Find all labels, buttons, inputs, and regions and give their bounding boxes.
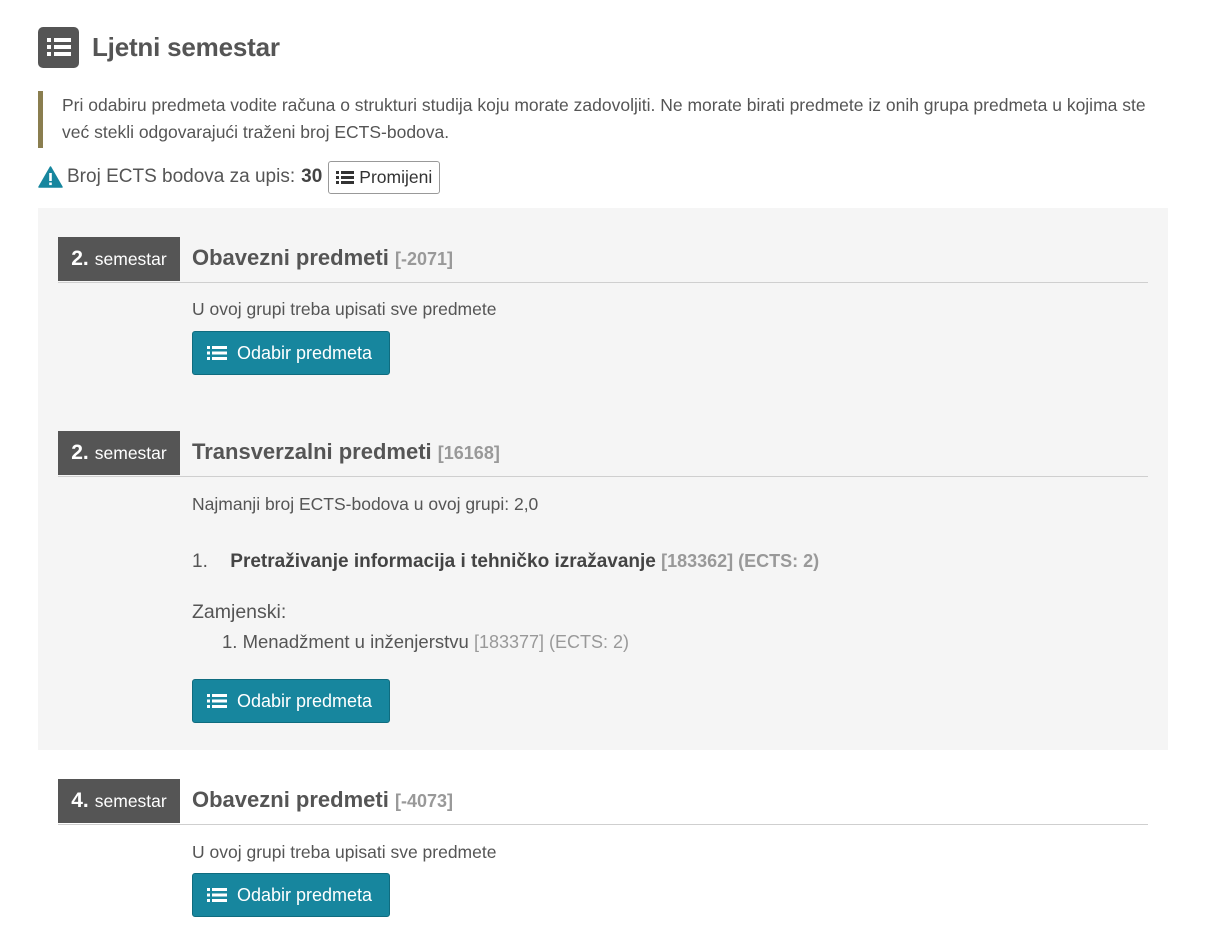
list-icon bbox=[207, 694, 227, 708]
ects-row: Broj ECTS bodova za upis: 30 Promijeni bbox=[38, 160, 441, 194]
group-note: U ovoj grupi treba upisati sve predmete bbox=[192, 299, 497, 319]
semester-word: semestar bbox=[94, 442, 167, 463]
course-meta: [183362] (ECTS: 2) bbox=[661, 551, 820, 571]
semester-badge: 2. semestar bbox=[58, 431, 180, 475]
group-code: [16168] bbox=[437, 443, 500, 463]
list-icon bbox=[38, 26, 79, 68]
ects-label: Broj ECTS bodova za upis: bbox=[67, 166, 296, 187]
list-icon bbox=[336, 170, 355, 184]
page-title: Ljetni semestar bbox=[92, 31, 280, 62]
group-code: [-4073] bbox=[394, 791, 453, 811]
group-title: Obavezni predmeti [-4073] bbox=[192, 787, 453, 813]
select-courses-label: Odabir predmeta bbox=[237, 884, 373, 905]
replacement-item: 1. Menadžment u inženjerstvu [183377] (E… bbox=[222, 631, 629, 653]
semester-number: 2. bbox=[71, 441, 89, 464]
semester-badge: 2. semestar bbox=[58, 237, 180, 281]
page-header: Ljetni semestar bbox=[38, 26, 280, 68]
select-courses-label: Odabir predmeta bbox=[237, 342, 373, 363]
group-note: Najmanji broj ECTS-bodova u ovoj grupi: … bbox=[192, 494, 539, 514]
group-title-text: Obavezni predmeti bbox=[192, 787, 389, 812]
course-item: 1. Pretraživanje informacija i tehničko … bbox=[192, 551, 819, 573]
select-courses-label: Odabir predmeta bbox=[237, 690, 373, 711]
info-notice: Pri odabiru predmeta vodite računa o str… bbox=[38, 91, 1168, 148]
semester-number: 2. bbox=[71, 247, 89, 270]
semester-word: semestar bbox=[94, 248, 167, 269]
group-header: 2. semestar Transverzalni predmeti [1616… bbox=[58, 431, 1148, 477]
group-title-text: Obavezni predmeti bbox=[192, 245, 389, 270]
warning-icon bbox=[38, 166, 63, 188]
change-ects-label: Promijeni bbox=[359, 166, 433, 187]
select-courses-button[interactable]: Odabir predmeta bbox=[192, 679, 390, 723]
list-icon bbox=[207, 346, 227, 360]
replacement-meta: [183377] (ECTS: 2) bbox=[473, 632, 630, 652]
replacement-label: Zamjenski: bbox=[192, 601, 287, 623]
group-header: 2. semestar Obavezni predmeti [-2071] bbox=[58, 237, 1148, 283]
group-title: Transverzalni predmeti [16168] bbox=[192, 439, 500, 465]
ects-value: 30 bbox=[301, 166, 323, 187]
select-courses-button[interactable]: Odabir predmeta bbox=[192, 873, 390, 917]
group-note: U ovoj grupi treba upisati sve predmete bbox=[192, 842, 497, 862]
group-header: 4. semestar Obavezni predmeti [-4073] bbox=[58, 779, 1148, 825]
semester-badge: 4. semestar bbox=[58, 779, 180, 823]
group-panel: 2. semestar Obavezni predmeti [-2071] U … bbox=[38, 208, 1168, 750]
group-code: [-2071] bbox=[394, 249, 453, 269]
group-title-text: Transverzalni predmeti bbox=[192, 439, 432, 464]
select-courses-button[interactable]: Odabir predmeta bbox=[192, 331, 390, 375]
course-name: Pretraživanje informacija i tehničko izr… bbox=[230, 551, 656, 572]
semester-word: semestar bbox=[94, 790, 167, 811]
change-ects-button[interactable]: Promijeni bbox=[328, 160, 441, 194]
group-panel: 4. semestar Obavezni predmeti [-4073] U … bbox=[38, 750, 1168, 940]
semester-number: 4. bbox=[71, 789, 89, 812]
group-title: Obavezni predmeti [-2071] bbox=[192, 245, 453, 271]
course-number: 1. bbox=[192, 551, 208, 572]
list-icon bbox=[207, 888, 227, 902]
replacement-name: 1. Menadžment u inženjerstvu bbox=[222, 631, 469, 652]
